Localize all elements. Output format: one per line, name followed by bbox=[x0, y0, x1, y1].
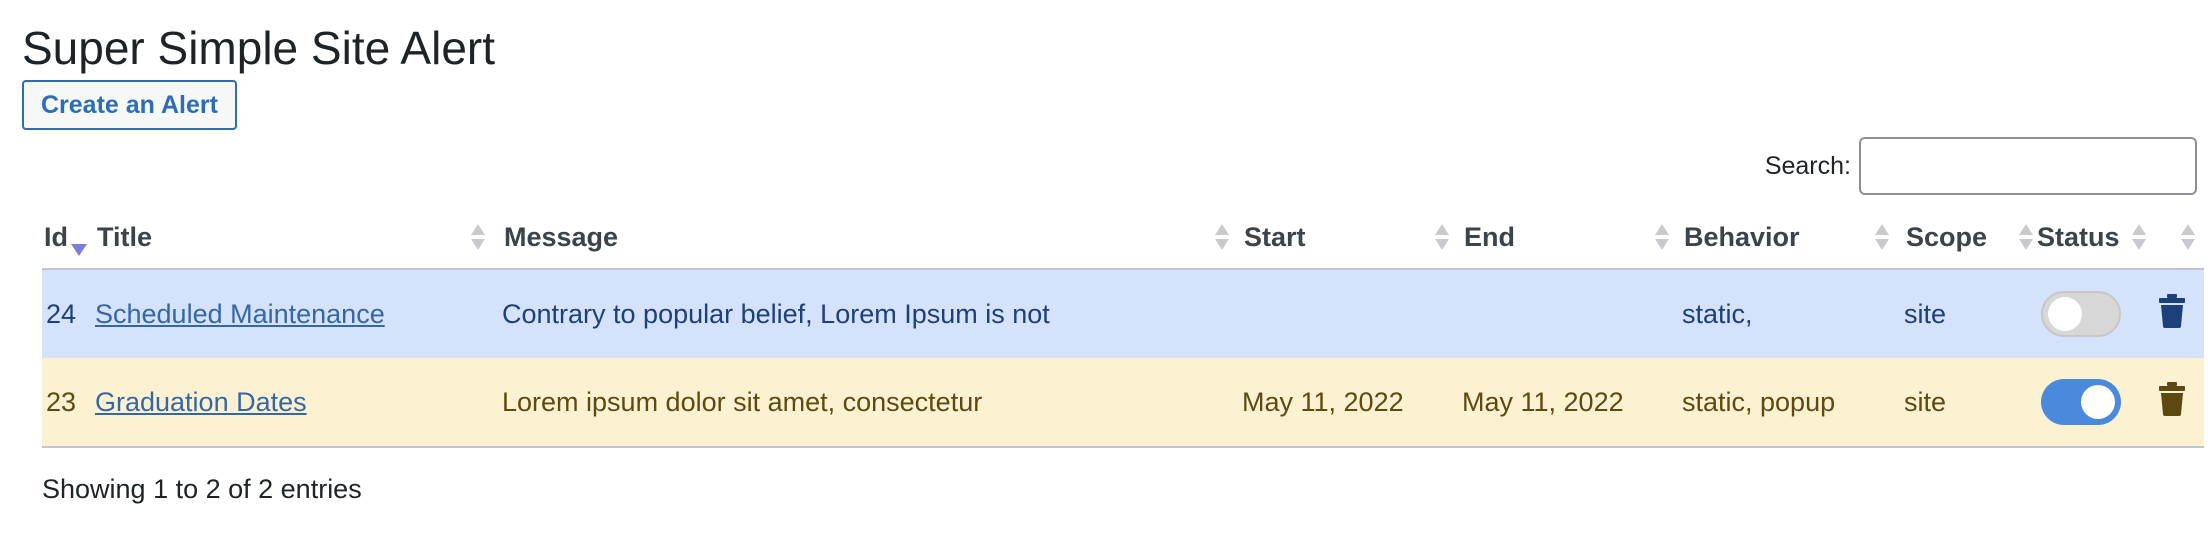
sort-icon bbox=[1434, 222, 1450, 252]
table-header-row: Id Title Message Start End Behavior Scop… bbox=[42, 206, 2204, 270]
status-toggle[interactable] bbox=[2041, 379, 2121, 425]
column-label: Id bbox=[44, 221, 68, 252]
column-label: Message bbox=[504, 221, 619, 252]
column-label: Scope bbox=[1906, 221, 1988, 252]
column-label: End bbox=[1464, 221, 1515, 252]
sort-icon bbox=[1654, 222, 1670, 252]
cell-behavior: static, popup bbox=[1682, 358, 1904, 448]
cell-message: Lorem ipsum dolor sit amet, consectetur bbox=[502, 358, 1242, 448]
toggle-knob bbox=[2048, 297, 2082, 331]
sort-desc-icon bbox=[71, 244, 87, 256]
cell-end: May 11, 2022 bbox=[1462, 358, 1682, 448]
table-info: Showing 1 to 2 of 2 entries bbox=[42, 474, 362, 504]
column-header-behavior[interactable]: Behavior bbox=[1682, 206, 1904, 270]
sort-icon bbox=[1214, 222, 1230, 252]
column-header-end[interactable]: End bbox=[1462, 206, 1682, 270]
cell-title: Scheduled Maintenance bbox=[95, 269, 502, 358]
trash-icon[interactable] bbox=[2159, 381, 2185, 423]
column-header-title[interactable]: Title bbox=[95, 206, 502, 270]
search-bar: Search: bbox=[1765, 137, 2197, 195]
cell-message: Contrary to popular belief, Lorem Ipsum … bbox=[502, 269, 1242, 358]
sort-icon bbox=[470, 222, 486, 252]
alert-title-link[interactable]: Scheduled Maintenance bbox=[95, 299, 385, 329]
table-row: 23 Graduation Dates Lorem ipsum dolor si… bbox=[42, 358, 2204, 448]
search-label: Search: bbox=[1764, 151, 1851, 180]
column-label: Status bbox=[2037, 221, 2120, 252]
cell-title: Graduation Dates bbox=[95, 358, 502, 448]
column-header-message[interactable]: Message bbox=[502, 206, 1242, 270]
column-header-actions[interactable] bbox=[2145, 206, 2204, 270]
cell-end bbox=[1462, 269, 1682, 358]
create-alert-button[interactable]: Create an Alert bbox=[22, 80, 237, 130]
status-toggle[interactable] bbox=[2041, 291, 2121, 337]
trash-icon[interactable] bbox=[2159, 293, 2185, 335]
search-input[interactable] bbox=[1859, 137, 2197, 195]
cell-id: 24 bbox=[42, 269, 95, 358]
cell-start: May 11, 2022 bbox=[1242, 358, 1462, 448]
cell-scope: site bbox=[1904, 269, 2035, 358]
sort-icon bbox=[1874, 222, 1890, 252]
column-header-status[interactable]: Status bbox=[2035, 206, 2146, 270]
column-label: Title bbox=[97, 221, 153, 252]
cell-actions bbox=[2145, 269, 2204, 358]
cell-start bbox=[1242, 269, 1462, 358]
cell-actions bbox=[2145, 358, 2204, 448]
column-label bbox=[2145, 222, 2147, 252]
page-title: Super Simple Site Alert bbox=[22, 22, 496, 74]
column-header-id[interactable]: Id bbox=[42, 206, 95, 270]
alert-title-link[interactable]: Graduation Dates bbox=[95, 387, 307, 417]
column-label: Behavior bbox=[1684, 221, 1800, 252]
table-row: 24 Scheduled Maintenance Contrary to pop… bbox=[42, 269, 2204, 358]
column-header-start[interactable]: Start bbox=[1242, 206, 1462, 270]
cell-status bbox=[2035, 358, 2145, 448]
sort-icon bbox=[2018, 222, 2034, 252]
column-label: Start bbox=[1244, 221, 1306, 252]
toggle-knob bbox=[2081, 385, 2115, 419]
column-header-scope[interactable]: Scope bbox=[1904, 206, 2035, 270]
cell-status bbox=[2035, 269, 2145, 358]
cell-behavior: static, bbox=[1682, 269, 1904, 358]
alerts-table: Id Title Message Start End Behavior Scop… bbox=[42, 206, 2204, 448]
cell-scope: site bbox=[1904, 358, 2035, 448]
sort-icon bbox=[2180, 222, 2196, 252]
cell-id: 23 bbox=[42, 358, 95, 448]
